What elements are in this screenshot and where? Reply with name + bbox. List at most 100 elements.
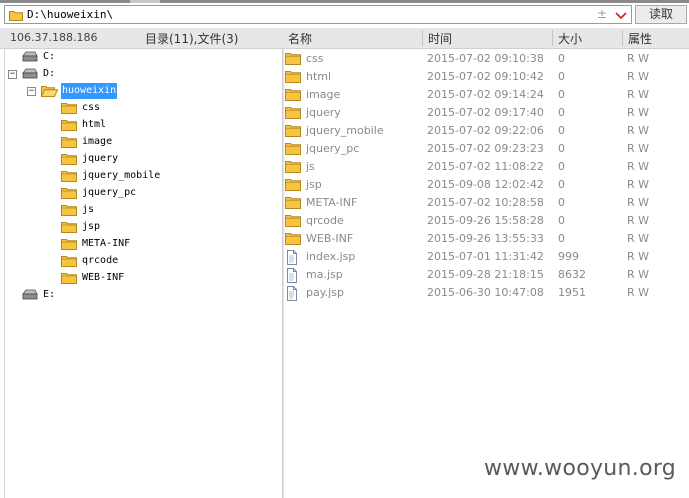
tree-drive-label: C: <box>43 51 56 62</box>
file-row[interactable]: pay.jsp 2015-06-30 10:47:08 1951 R W <box>284 284 689 302</box>
file-name: qrcode <box>306 214 344 227</box>
top-border-segment <box>0 0 130 3</box>
path-text: D:\huoweixin\ <box>27 8 114 21</box>
collapse-toggle-icon[interactable]: − <box>8 70 17 79</box>
folder-icon <box>61 255 77 273</box>
column-header-attr[interactable]: 属性 <box>628 30 652 47</box>
file-name: pay.jsp <box>306 286 344 299</box>
folder-icon <box>61 102 77 120</box>
column-separator[interactable] <box>552 30 553 46</box>
file-name: html <box>306 70 332 83</box>
file-row[interactable]: index.jsp 2015-07-01 11:31:42 999 R W <box>284 248 689 266</box>
folder-icon <box>61 153 77 171</box>
file-time: 2015-07-02 09:10:42 <box>427 70 544 83</box>
tree-folder-label: jquery <box>82 153 119 164</box>
file-row[interactable]: css 2015-07-02 09:10:38 0 R W <box>284 50 689 68</box>
tree-folder-label: html <box>82 119 107 130</box>
file-row[interactable]: META-INF 2015-07-02 10:28:58 0 R W <box>284 194 689 212</box>
top-border-segment <box>160 0 689 3</box>
file-row[interactable]: image 2015-07-02 09:14:24 0 R W <box>284 86 689 104</box>
file-size: 0 <box>558 160 565 173</box>
file-size: 0 <box>558 142 565 155</box>
read-button[interactable]: 读取 <box>635 5 687 24</box>
file-time: 2015-07-02 09:23:23 <box>427 142 544 155</box>
file-time: 2015-07-02 11:08:22 <box>427 160 544 173</box>
file-row[interactable]: js 2015-07-02 11:08:22 0 R W <box>284 158 689 176</box>
file-time: 2015-07-02 09:17:40 <box>427 106 544 119</box>
tree-drive-label: D: <box>43 68 56 79</box>
file-attr: R W <box>627 250 650 263</box>
file-name: jsp <box>306 178 322 191</box>
collapse-toggle-icon[interactable]: − <box>27 87 36 96</box>
folder-icon <box>61 187 77 205</box>
file-attr: R W <box>627 286 650 299</box>
file-attr: R W <box>627 52 650 65</box>
file-row[interactable]: jquery_pc 2015-07-02 09:23:23 0 R W <box>284 140 689 158</box>
folder-icon <box>61 204 77 222</box>
file-attr: R W <box>627 232 650 245</box>
file-row[interactable]: html 2015-07-02 09:10:42 0 R W <box>284 68 689 86</box>
column-separator[interactable] <box>422 30 423 46</box>
tree-folder-label: image <box>82 136 113 147</box>
folder-icon <box>61 170 77 188</box>
file-row[interactable]: jsp 2015-09-08 12:02:42 0 R W <box>284 176 689 194</box>
column-header-size[interactable]: 大小 <box>558 30 582 47</box>
folder-icon <box>61 119 77 137</box>
path-bar: D:\huoweixin\ ± 读取 <box>2 4 687 26</box>
file-row[interactable]: WEB-INF 2015-09-26 13:55:33 0 R W <box>284 230 689 248</box>
file-time: 2015-09-28 21:18:15 <box>427 268 544 281</box>
file-attr: R W <box>627 160 650 173</box>
tree-folder-label: huoweixin <box>61 83 118 99</box>
file-size: 0 <box>558 178 565 191</box>
file-name: css <box>306 52 324 65</box>
file-name: WEB-INF <box>306 232 354 245</box>
file-time: 2015-06-30 10:47:08 <box>427 286 544 299</box>
file-name: META-INF <box>306 196 358 209</box>
watermark: www.wooyun.org <box>484 456 677 481</box>
file-size: 8632 <box>558 268 586 281</box>
file-name: jquery <box>306 106 341 119</box>
file-size: 0 <box>558 214 565 227</box>
file-attr: R W <box>627 178 650 191</box>
file-size: 0 <box>558 232 565 245</box>
file-size: 999 <box>558 250 579 263</box>
file-name: image <box>306 88 341 101</box>
file-size: 1951 <box>558 286 586 299</box>
file-size: 0 <box>558 52 565 65</box>
up-level-icon[interactable]: ± <box>597 7 607 21</box>
column-separator[interactable] <box>622 30 623 46</box>
file-time: 2015-07-02 09:10:38 <box>427 52 544 65</box>
file-attr: R W <box>627 196 650 209</box>
file-row[interactable]: jquery 2015-07-02 09:17:40 0 R W <box>284 104 689 122</box>
item-count: 目录(11),文件(3) <box>145 32 239 46</box>
file-name: js <box>306 160 315 173</box>
file-time: 2015-09-26 15:58:28 <box>427 214 544 227</box>
file-row[interactable]: qrcode 2015-09-26 15:58:28 0 R W <box>284 212 689 230</box>
file-row[interactable]: ma.jsp 2015-09-28 21:18:15 8632 R W <box>284 266 689 284</box>
file-name: jquery_pc <box>306 142 360 155</box>
folder-icon <box>61 272 77 290</box>
column-header-name[interactable]: 名称 <box>288 30 312 47</box>
file-icon <box>285 286 299 307</box>
file-row[interactable]: jquery_mobile 2015-07-02 09:22:06 0 R W <box>284 122 689 140</box>
file-name: index.jsp <box>306 250 356 263</box>
folder-open-icon <box>40 85 59 103</box>
tree-drive-label: E: <box>43 289 56 300</box>
folder-icon <box>61 238 77 256</box>
chevron-down-icon[interactable] <box>615 10 627 23</box>
file-size: 0 <box>558 196 565 209</box>
file-time: 2015-07-02 09:22:06 <box>427 124 544 137</box>
file-attr: R W <box>627 142 650 155</box>
tree-folder-label: qrcode <box>82 255 119 266</box>
file-time: 2015-07-01 11:31:42 <box>427 250 544 263</box>
file-size: 0 <box>558 124 565 137</box>
folder-icon <box>9 9 23 24</box>
path-input[interactable]: D:\huoweixin\ ± <box>4 5 632 24</box>
drive-icon <box>22 68 38 85</box>
column-header-time[interactable]: 时间 <box>428 30 452 47</box>
file-attr: R W <box>627 88 650 101</box>
file-time: 2015-09-08 12:02:42 <box>427 178 544 191</box>
file-attr: R W <box>627 214 650 227</box>
file-attr: R W <box>627 268 650 281</box>
status-header-row: 106.37.188.186 目录(11),文件(3) 名称 时间 大小 属性 <box>0 28 689 49</box>
